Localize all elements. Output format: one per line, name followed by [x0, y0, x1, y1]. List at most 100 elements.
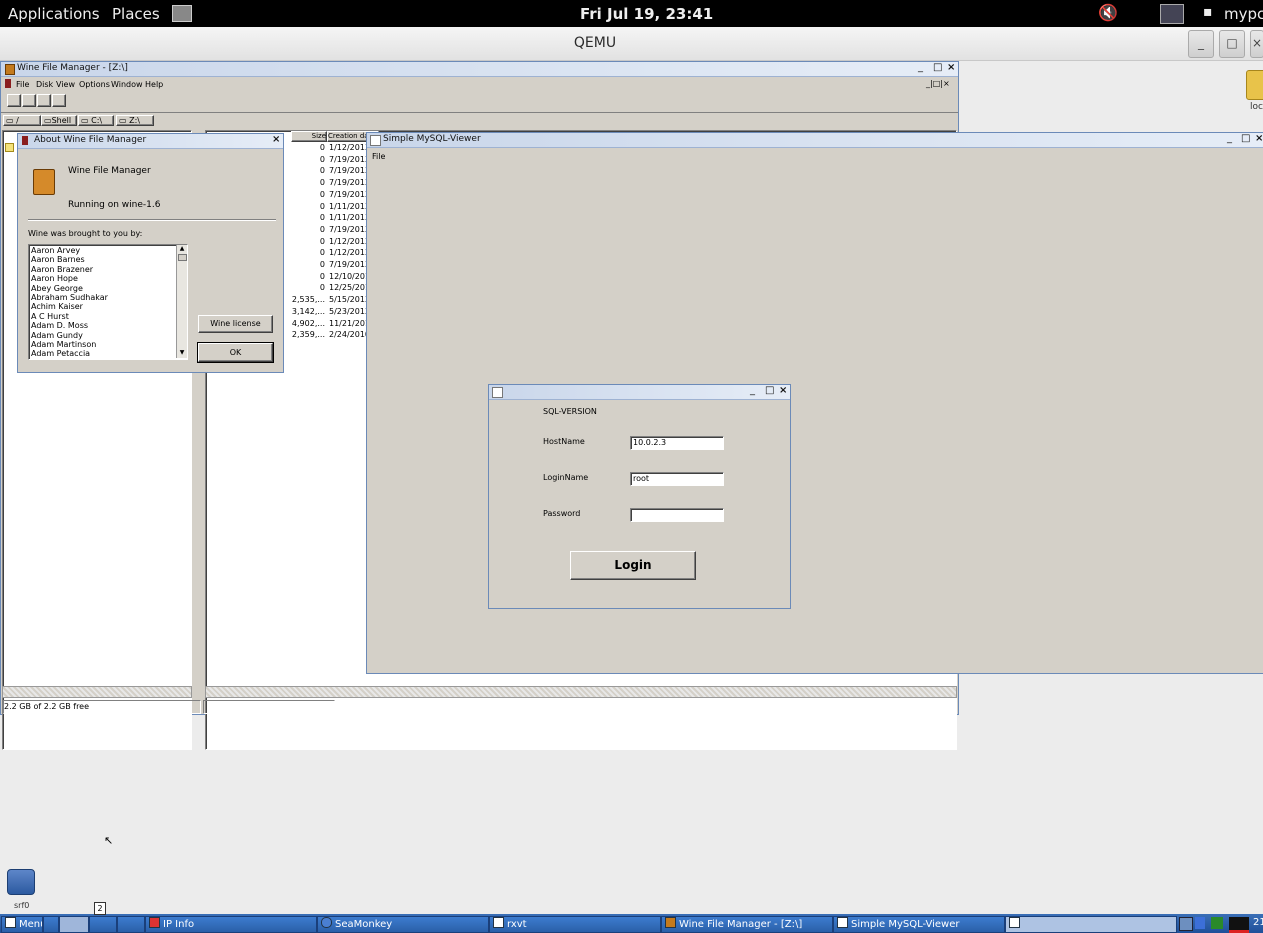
tray-network-icon[interactable]: [1179, 917, 1193, 931]
drive-c-button[interactable]: ▭ C:\: [78, 115, 114, 126]
menu-options[interactable]: Options: [79, 80, 110, 89]
loginname-label: LoginName: [543, 473, 589, 482]
mysql-titlebar: Simple MySQL-Viewer _ □ ×: [367, 133, 1263, 148]
taskbar-menu-button[interactable]: Menu: [1, 916, 43, 933]
drive-root-button[interactable]: ▭ /: [3, 115, 41, 126]
about-app-name: Wine File Manager: [68, 166, 151, 176]
tray-battery-icon[interactable]: [1211, 917, 1223, 929]
taskbar-mysql-viewer[interactable]: Simple MySQL-Viewer: [833, 916, 1005, 933]
workspace-3[interactable]: [117, 916, 145, 933]
about-running: Running on wine-1.6: [68, 200, 161, 210]
author-item[interactable]: Adam Martinson: [31, 340, 96, 349]
menu-view[interactable]: View: [56, 80, 75, 89]
hostname-input[interactable]: 10.0.2.3: [630, 436, 724, 450]
scroll-down-icon[interactable]: ▼: [177, 349, 187, 357]
network-icon[interactable]: [1160, 4, 1184, 24]
about-titlebar: About Wine File Manager ×: [18, 134, 283, 149]
home-folder-icon[interactable]: [172, 5, 192, 22]
file-size: 0: [319, 236, 325, 246]
taskbar-rxvt[interactable]: rxvt: [489, 916, 661, 933]
author-item[interactable]: Aaron Arvey: [31, 246, 80, 255]
about-dialog: About Wine File Manager × Wine File Mana…: [17, 133, 284, 373]
login-minimize-button[interactable]: _: [750, 385, 755, 396]
menu-file[interactable]: File: [16, 80, 29, 89]
taskbar-winefile[interactable]: Wine File Manager - [Z:\]: [661, 916, 833, 933]
winefile-maximize-button[interactable]: □: [933, 62, 942, 73]
workspace-2[interactable]: [89, 916, 117, 933]
login-titlebar: _ □ ×: [489, 385, 790, 400]
tree-hscrollbar[interactable]: [2, 686, 192, 698]
author-item[interactable]: Adam D. Moss: [31, 321, 88, 330]
toolbar-split-icon[interactable]: [52, 94, 66, 107]
author-item[interactable]: Achim Kaiser: [31, 302, 83, 311]
about-close-button[interactable]: ×: [272, 134, 280, 145]
qemu-minimize-button[interactable]: _: [1188, 30, 1214, 58]
mysql-minimize-button[interactable]: _: [1227, 133, 1232, 144]
qemu-close-button[interactable]: ×: [1250, 30, 1263, 58]
taskbar-clock[interactable]: 21: [1253, 917, 1263, 928]
qemu-maximize-button[interactable]: □: [1219, 30, 1245, 58]
menu-window[interactable]: Window: [111, 80, 143, 89]
login-button[interactable]: Login: [570, 551, 696, 580]
list-hscrollbar[interactable]: [205, 686, 957, 698]
login-maximize-button[interactable]: □: [765, 385, 774, 396]
toolbar-connect-icon[interactable]: [7, 94, 21, 107]
file-created: 7/19/2013: [329, 154, 371, 164]
mysql-title: Simple MySQL-Viewer: [383, 134, 481, 144]
applications-menu[interactable]: Applications: [8, 5, 100, 23]
removable-drive-icon[interactable]: [7, 869, 35, 895]
file-size: 0: [319, 248, 325, 258]
mdi-child-controls[interactable]: _|□|×: [926, 79, 950, 88]
tray-cpu-monitor-icon[interactable]: [1229, 917, 1249, 933]
taskbar-ip-info[interactable]: IP Info: [145, 916, 317, 933]
winefile-app-icon: [33, 169, 55, 195]
author-item[interactable]: Abraham Sudhakar: [31, 293, 108, 302]
menu-icon: [5, 917, 16, 928]
ok-button[interactable]: OK: [197, 342, 274, 363]
file-created: 1/12/2013: [329, 143, 371, 152]
winefile-minimize-button[interactable]: _: [918, 62, 923, 73]
lock-icon[interactable]: [1246, 70, 1263, 100]
password-input[interactable]: [630, 508, 724, 522]
loginname-input[interactable]: root: [630, 472, 724, 486]
workspace-1[interactable]: [59, 916, 89, 933]
taskbar-seamonkey[interactable]: SeaMonkey: [317, 916, 489, 933]
author-item[interactable]: Aaron Barnes: [31, 255, 85, 264]
scroll-up-icon[interactable]: ▲: [177, 245, 187, 253]
wine-glass-icon: [22, 136, 28, 145]
author-item[interactable]: Aaron Hope: [31, 274, 78, 283]
author-item[interactable]: Adam Gundy: [31, 331, 83, 340]
mysql-close-button[interactable]: ×: [1255, 133, 1263, 144]
drive-icon: ▭: [44, 116, 52, 125]
menu-disk[interactable]: Disk: [36, 80, 53, 89]
wine-license-button[interactable]: Wine license: [198, 315, 273, 333]
author-item[interactable]: A C Hurst: [31, 312, 69, 321]
drive-shell-button[interactable]: ▭Shell: [41, 115, 77, 126]
chat-status-icon[interactable]: ▪: [1203, 4, 1213, 20]
toolbar-list-icon[interactable]: [37, 94, 51, 107]
toolbar-disconnect-icon[interactable]: [22, 94, 36, 107]
mysql-menu-file[interactable]: File: [372, 152, 385, 161]
menu-help[interactable]: Help: [145, 80, 163, 89]
authors-vscrollbar[interactable]: ▲ ▼: [176, 245, 187, 358]
authors-list[interactable]: Aaron Arvey Aaron Barnes Aaron Brazener Aar…: [28, 244, 188, 360]
volume-muted-icon[interactable]: 🔇: [1098, 3, 1118, 22]
author-item[interactable]: Aaron Brazener: [31, 265, 93, 274]
mysql-maximize-button[interactable]: □: [1241, 133, 1250, 144]
author-item[interactable]: Abey George: [31, 284, 83, 293]
drive-z-button[interactable]: ▭ Z:\: [116, 115, 154, 126]
file-size: 4,902,...: [291, 318, 325, 328]
winefile-close-button[interactable]: ×: [947, 62, 955, 73]
column-size-header[interactable]: Size: [291, 131, 327, 142]
file-created: 5/23/2013: [329, 306, 371, 316]
places-menu[interactable]: Places: [112, 5, 160, 23]
taskbar-show-desktop-icon[interactable]: [43, 916, 59, 933]
top-bar-clock[interactable]: Fri Jul 19, 23:41: [580, 5, 713, 23]
author-item[interactable]: Adam Petaccia: [31, 349, 90, 358]
scroll-thumb[interactable]: [178, 254, 187, 261]
user-menu[interactable]: mypc: [1224, 5, 1263, 23]
taskbar-untitled[interactable]: [1005, 916, 1177, 933]
tray-bluetooth-icon[interactable]: [1195, 917, 1205, 929]
login-close-button[interactable]: ×: [779, 385, 787, 396]
file-created: 1/12/2013: [329, 248, 371, 258]
